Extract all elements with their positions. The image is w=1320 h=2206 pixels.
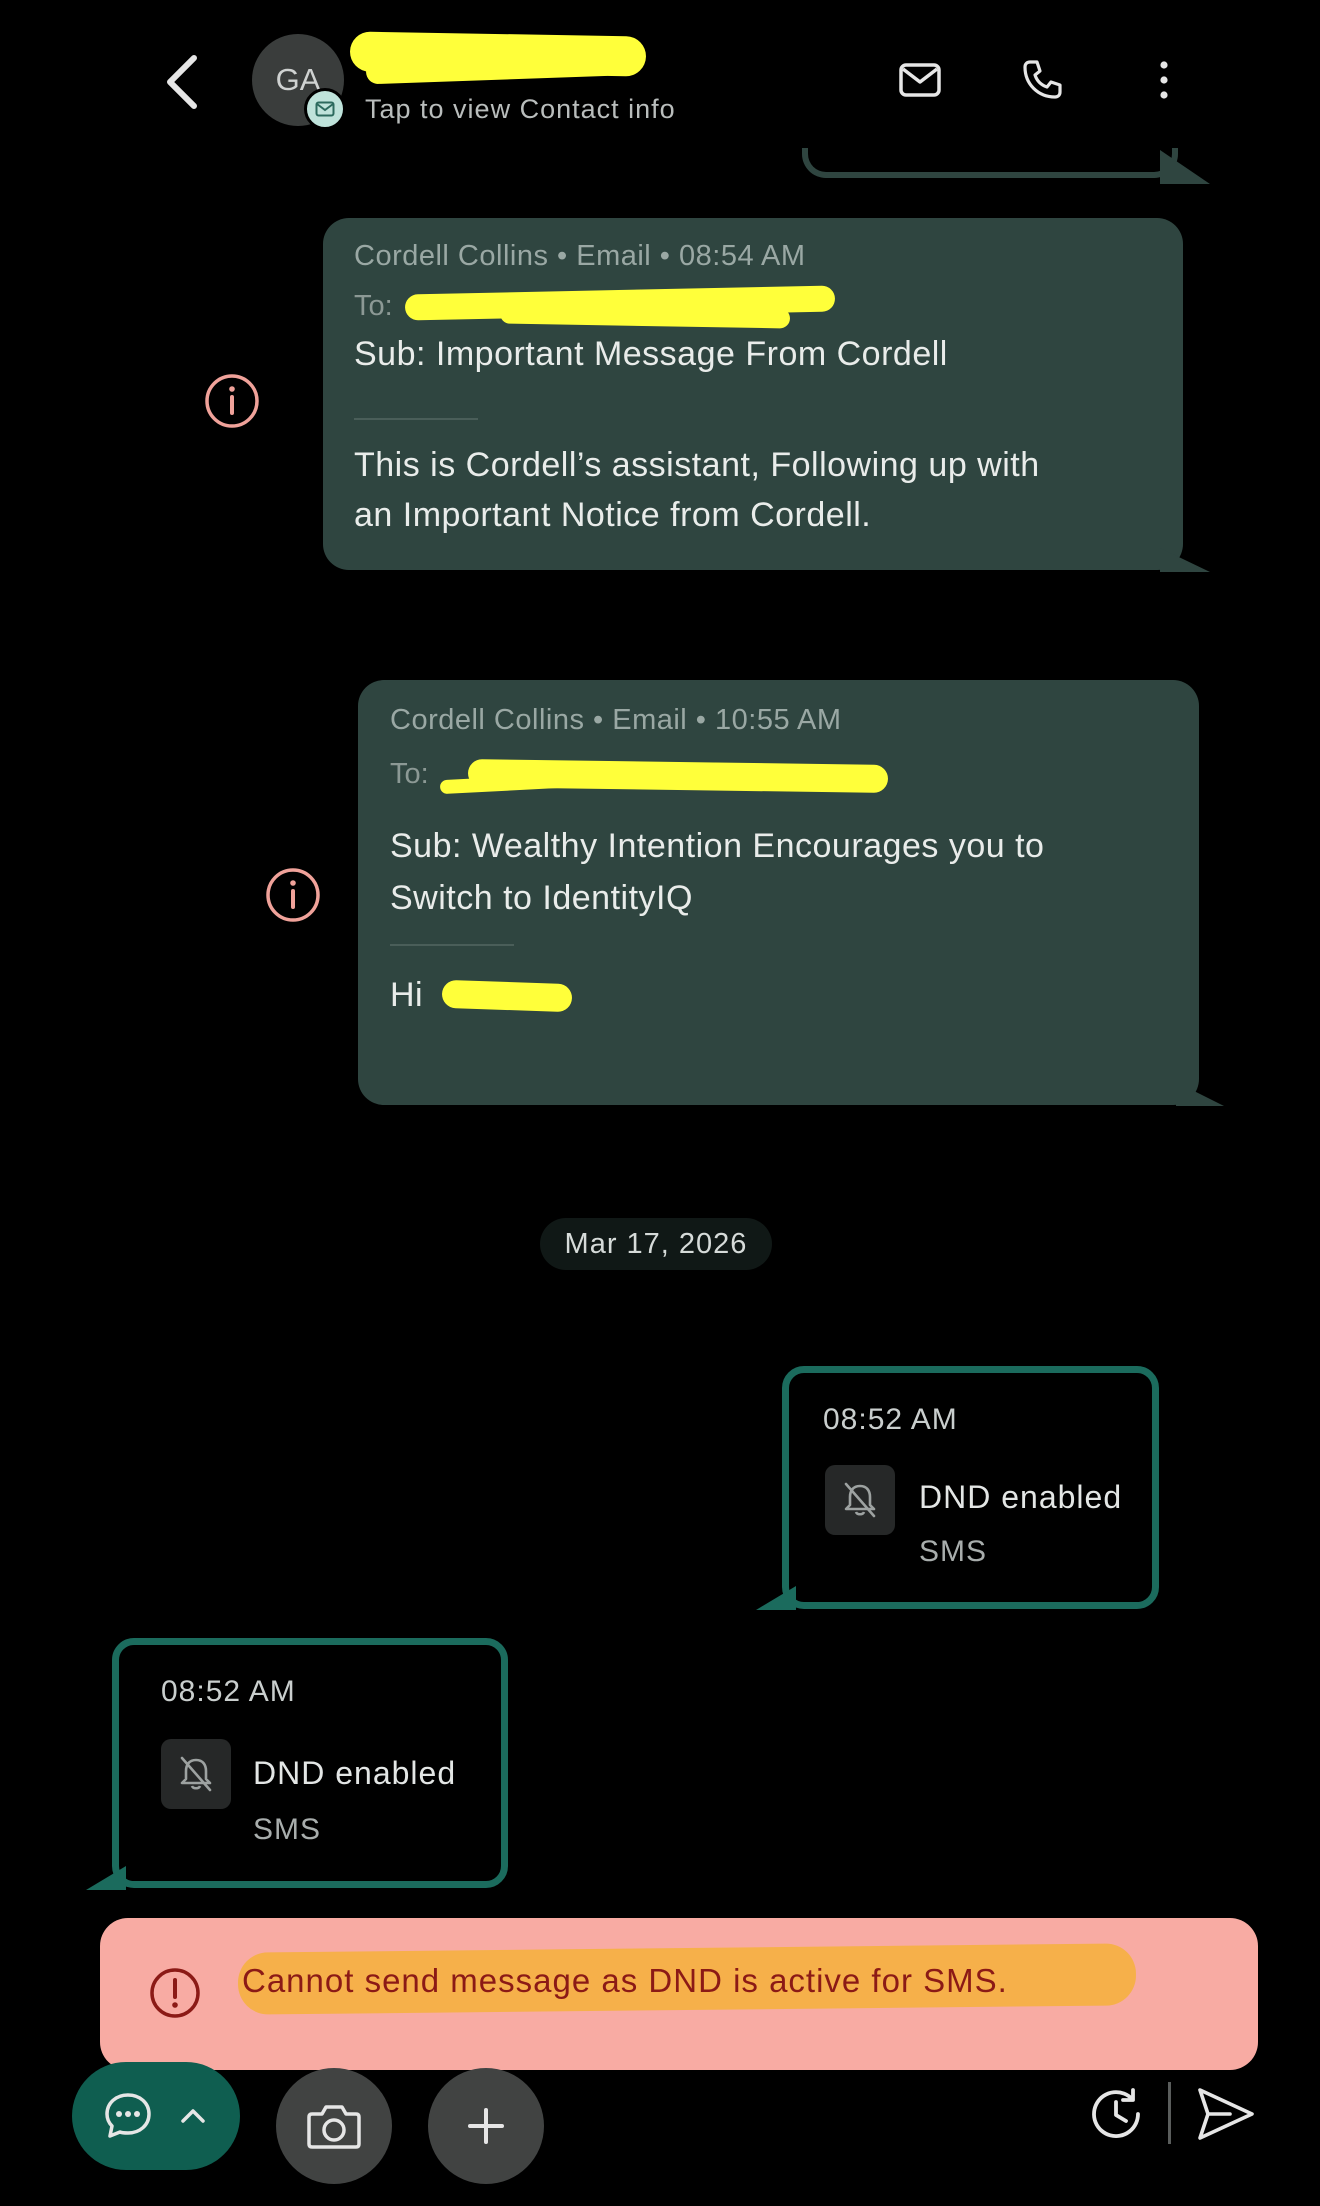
message-meta: Cordell Collins • Email • 10:55 AM [390,704,842,736]
divider [390,944,514,946]
add-attachment-button[interactable] [428,2068,544,2184]
dnd-event-bubble: 08:52 AM DND enabled SMS [782,1366,1159,1609]
redacted-greeting-name [441,979,573,1013]
bell-off-icon [825,1465,895,1535]
alert-circle-icon [150,1968,200,2018]
mail-icon[interactable] [896,56,944,104]
event-label: DND enabled [919,1479,1123,1515]
contact-info-link[interactable]: Tap to view Contact info [365,94,676,125]
plus-icon [468,2108,504,2144]
info-icon[interactable] [203,372,261,430]
event-channel: SMS [919,1535,988,1568]
bell-off-icon [161,1739,231,1809]
dnd-event-bubble: 08:52 AM DND enabled SMS [112,1638,508,1888]
message-body-line: an Important Notice from Cordell. [354,496,872,534]
message-meta: Cordell Collins • Email • 08:54 AM [354,240,806,272]
phone-icon[interactable] [1018,56,1066,104]
chevron-up-icon [181,2109,205,2123]
back-arrow-icon[interactable] [160,52,204,112]
info-icon[interactable] [264,866,322,924]
message-type-selector[interactable] [72,2062,240,2170]
previous-message-fragment [802,148,1178,178]
message-subject: Sub: Important Message From Cordell [354,335,948,373]
bubble-tail [1176,1082,1224,1106]
message-greeting: Hi [390,976,424,1014]
email-badge-icon [304,88,346,130]
send-icon[interactable] [1194,2084,1258,2144]
bubble-tail [1160,548,1210,572]
bubble-tail [1160,150,1210,184]
more-vertical-icon[interactable] [1140,56,1188,104]
bubble-tail [86,1866,126,1890]
message-to-label: To: [354,290,393,322]
message-subject-line: Switch to IdentityIQ [390,879,693,917]
email-message-bubble[interactable]: Cordell Collins • Email • 08:54 AM To: S… [323,218,1183,570]
event-time: 08:52 AM [161,1675,296,1708]
email-message-bubble[interactable]: Cordell Collins • Email • 10:55 AM To: S… [358,680,1199,1105]
camera-icon [307,2105,361,2149]
message-subject-line: Sub: Wealthy Intention Encourages you to [390,827,1045,865]
camera-button[interactable] [276,2068,392,2184]
event-channel: SMS [253,1813,322,1846]
date-divider: Mar 17, 2026 [540,1218,772,1270]
event-time: 08:52 AM [823,1403,958,1436]
bubble-tail [756,1586,796,1610]
event-label: DND enabled [253,1755,457,1791]
message-to-label: To: [390,758,429,790]
error-message: Cannot send message as DND is active for… [242,1962,1008,1999]
divider [354,418,478,420]
schedule-send-icon[interactable] [1084,2082,1148,2146]
separator [1168,2082,1171,2144]
chat-bubble-icon [105,2093,151,2138]
message-body-line: This is Cordell’s assistant, Following u… [354,446,1040,484]
